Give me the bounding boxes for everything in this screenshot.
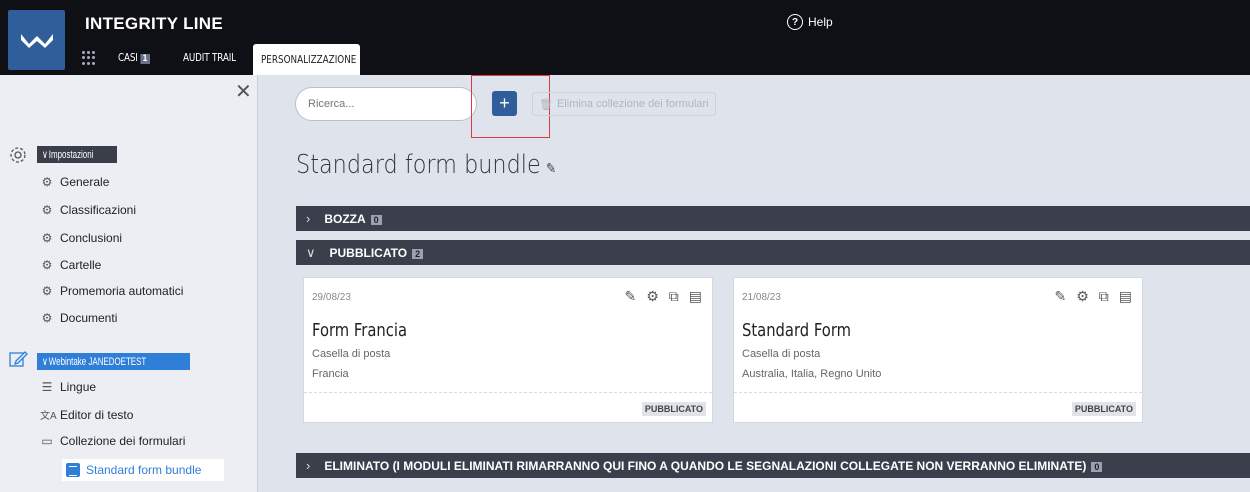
chevron-right-icon: ›: [306, 458, 311, 473]
card-divider: [734, 392, 1142, 393]
status-badge: PUBBLICATO: [1071, 402, 1136, 416]
pencil-icon[interactable]: ✎: [1054, 288, 1066, 305]
sidebar-item-cartelle[interactable]: ⚙ Cartelle: [40, 258, 102, 272]
card-actions: ✎ ⚙ ⧉ ▤: [1054, 288, 1132, 305]
card-actions: ✎ ⚙ ⧉ ▤: [624, 288, 702, 305]
card-channel: Casella di posta: [312, 348, 391, 360]
card-countries: Australia, Italia, Regno Unito: [742, 368, 882, 380]
webintake-section-toggle[interactable]: ∨ Webintake JANEDOETEST: [37, 353, 190, 370]
nav-cases-count: 1: [140, 54, 150, 64]
help-icon: ?: [787, 14, 803, 30]
apps-grid-icon[interactable]: [82, 51, 96, 65]
sidebar-item-label: Conclusioni: [60, 231, 123, 245]
sidebar-item-label: Generale: [60, 175, 110, 189]
gear-icon: ⚙: [41, 175, 53, 189]
delete-bundle-button[interactable]: 🗑 Elimina collezione dei formulari: [532, 92, 716, 116]
sidebar-item-collezione[interactable]: ▭ Collezione dei formulari: [40, 434, 185, 448]
section-deleted[interactable]: › ELIMINATO (I MODULI ELIMINATI RIMARRAN…: [296, 453, 1250, 478]
sidebar-item-label: Promemoria automatici: [60, 284, 184, 298]
list-icon: ☰: [41, 380, 53, 394]
nav-audit-trail[interactable]: AUDIT TRAIL: [183, 51, 236, 64]
gear-icon: ⚙: [41, 284, 53, 298]
page-title: Standard form bundle ✎: [296, 150, 556, 180]
settings-section-toggle[interactable]: ∨ Impostazioni: [37, 146, 117, 163]
section-draft-label: BOZZA: [324, 211, 366, 226]
section-published[interactable]: ∨ PUBBLICATO 2: [296, 240, 1250, 265]
chevron-right-icon: ›: [306, 211, 311, 226]
sidebar-item-lingue[interactable]: ☰ Lingue: [40, 380, 96, 394]
sidebar-item-conclusioni[interactable]: ⚙ Conclusioni: [40, 231, 122, 245]
gear-icon: ⚙: [41, 203, 53, 217]
logo-icon: [20, 34, 53, 48]
page-title-text: Standard form bundle: [296, 150, 541, 180]
form-bundle-icon: [66, 463, 80, 477]
sidebar-item-label: Standard form bundle: [86, 463, 202, 477]
card-countries: Francia: [312, 368, 349, 380]
sidebar-item-standard-form-bundle[interactable]: Standard form bundle: [62, 459, 224, 481]
sidebar-item-label: Editor di testo: [60, 407, 134, 422]
translate-icon: 文A: [40, 411, 57, 422]
card-date: 21/08/23: [742, 292, 781, 303]
form-card[interactable]: 21/08/23 ✎ ⚙ ⧉ ▤ Standard Form Casella d…: [733, 277, 1143, 423]
chevron-down-icon: ∨: [42, 356, 48, 368]
folder-icon: ▭: [41, 434, 53, 448]
status-badge: PUBBLICATO: [641, 402, 706, 416]
gear-icon: ⚙: [41, 231, 53, 245]
tab-personalizzazione-label: PERSONALIZZAZIONE: [261, 53, 357, 66]
archive-icon[interactable]: ▤: [689, 288, 702, 305]
sidebar-item-promemoria[interactable]: ⚙ Promemoria automatici: [40, 284, 184, 298]
form-card[interactable]: 29/08/23 ✎ ⚙ ⧉ ▤ Form Francia Casella di…: [303, 277, 713, 423]
settings-section-icon: [10, 147, 26, 163]
sidebar-item-label: Lingue: [60, 380, 97, 394]
section-draft-count: 0: [370, 214, 382, 225]
gear-icon[interactable]: ⚙: [646, 288, 659, 305]
delete-bundle-label: Elimina collezione dei formulari: [556, 98, 709, 110]
copy-icon[interactable]: ⧉: [669, 288, 679, 305]
gear-icon: ⚙: [41, 258, 53, 272]
trash-icon: 🗑: [539, 98, 553, 111]
copy-icon[interactable]: ⧉: [1099, 288, 1109, 305]
sidebar-item-editor-testo[interactable]: 文A Editor di testo: [40, 407, 134, 423]
sidebar-item-label: Cartelle: [60, 258, 102, 272]
chevron-down-icon: ∨: [306, 244, 316, 260]
pencil-icon[interactable]: ✎: [624, 288, 636, 305]
sidebar-item-documenti[interactable]: ⚙ Documenti: [40, 311, 118, 325]
section-deleted-label: ELIMINATO (I MODULI ELIMINATI RIMARRANNO…: [324, 458, 1087, 473]
section-published-count: 2: [412, 248, 424, 259]
chevron-down-icon: ∨: [42, 149, 48, 161]
edit-section-icon: [9, 351, 28, 367]
section-draft[interactable]: › BOZZA 0: [296, 206, 1250, 231]
card-date: 29/08/23: [312, 292, 351, 303]
sidebar-item-label: Documenti: [60, 311, 118, 325]
webintake-section-label: Webintake JANEDOETEST: [48, 356, 147, 368]
brand-name: INTEGRITY LINE: [85, 14, 224, 33]
card-title[interactable]: Form Francia: [312, 320, 407, 341]
pencil-icon[interactable]: ✎: [546, 161, 556, 177]
logo[interactable]: [8, 10, 65, 70]
tab-personalizzazione[interactable]: PERSONALIZZAZIONE: [253, 44, 360, 75]
sidebar-item-label: Collezione dei formulari: [60, 434, 186, 448]
sidebar-item-label: Classificazioni: [60, 203, 137, 217]
section-published-label: PUBBLICATO: [329, 245, 408, 260]
top-bar: INTEGRITY LINE CASI 1 AUDIT TRAIL PERSONA…: [0, 0, 1250, 75]
close-sidebar-icon[interactable]: ✕: [235, 82, 252, 102]
card-title[interactable]: Standard Form: [742, 320, 851, 341]
nav-cases-label: CASI: [118, 51, 138, 64]
help-label: Help: [808, 15, 833, 29]
sidebar-item-generale[interactable]: ⚙ Generale: [40, 175, 110, 189]
card-channel: Casella di posta: [742, 348, 821, 360]
gear-icon[interactable]: ⚙: [1076, 288, 1089, 305]
gear-icon: ⚙: [41, 311, 53, 325]
card-divider: [304, 392, 712, 393]
help-link[interactable]: ? Help: [787, 14, 833, 30]
section-deleted-count: 0: [1091, 461, 1103, 472]
search-input[interactable]: [295, 87, 477, 121]
settings-section-label: Impostazioni: [48, 149, 94, 161]
add-form-bundle-button[interactable]: +: [492, 91, 517, 116]
archive-icon[interactable]: ▤: [1119, 288, 1132, 305]
nav-cases[interactable]: CASI 1: [118, 51, 150, 64]
sidebar-item-classificazioni[interactable]: ⚙ Classificazioni: [40, 203, 136, 217]
